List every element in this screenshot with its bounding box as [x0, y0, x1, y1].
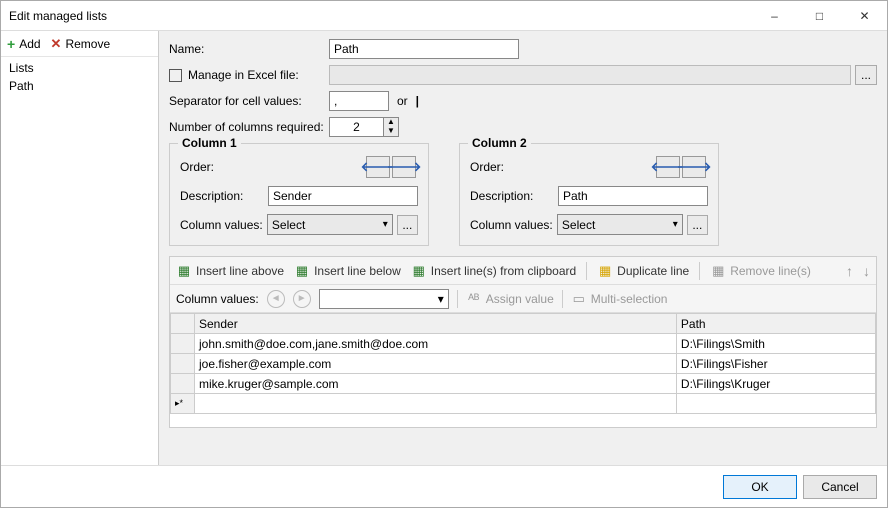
- managed-lists: Lists Path: [1, 57, 158, 465]
- insert-below-icon: ▦: [294, 264, 310, 278]
- column-values-more-button[interactable]: ...: [687, 215, 708, 235]
- column-header[interactable]: Sender: [195, 314, 677, 334]
- move-down-button[interactable]: ↓: [863, 263, 870, 279]
- column-values-more-button[interactable]: ...: [397, 215, 418, 235]
- remove-icon: ▦: [710, 264, 726, 278]
- titlebar: Edit managed lists – □ ✕: [1, 1, 887, 31]
- browse-excel-button[interactable]: ...: [855, 65, 877, 85]
- table-row-new[interactable]: ▸*: [171, 394, 876, 414]
- remove-lines-button: ▦Remove line(s): [710, 264, 811, 278]
- description-input[interactable]: [558, 186, 708, 206]
- new-row-marker: ▸*: [171, 394, 195, 414]
- table-row[interactable]: mike.kruger@sample.com D:\Filings\Kruger: [171, 374, 876, 394]
- minimize-button[interactable]: –: [752, 1, 797, 30]
- insert-above-icon: ▦: [176, 264, 192, 278]
- maximize-button[interactable]: □: [797, 1, 842, 30]
- assign-icon: ᴬᴮ: [466, 292, 482, 306]
- numcols-label: Number of columns required:: [169, 120, 329, 134]
- cancel-button[interactable]: Cancel: [803, 475, 877, 499]
- main-panel: Name: Manage in Excel file: ... Separato…: [159, 31, 887, 465]
- column-values-label: Column values:: [176, 292, 259, 306]
- column-values-label: Column values:: [180, 218, 267, 232]
- sidebar: + Add ✕ Remove Lists Path: [1, 31, 159, 465]
- insert-line-above-button[interactable]: ▦Insert line above: [176, 264, 284, 278]
- numcols-spinner[interactable]: ▲ ▼: [384, 117, 399, 137]
- order-right-button[interactable]: 🡒: [682, 156, 706, 178]
- column-2-group: Column 2 Order: 🡐 🡒 Description:: [459, 143, 719, 246]
- cross-icon: ✕: [51, 36, 62, 52]
- excel-path-field: [329, 65, 851, 85]
- table-row[interactable]: joe.fisher@example.com D:\Filings\Fisher: [171, 354, 876, 374]
- column-1-group: Column 1 Order: 🡐 🡒 Description:: [169, 143, 429, 246]
- multi-selection-button: ▭Multi-selection: [571, 292, 668, 306]
- next-value-button: ►: [293, 290, 311, 308]
- sidebar-toolbar: + Add ✕ Remove: [1, 31, 158, 57]
- dialog-footer: OK Cancel: [1, 465, 887, 507]
- grid-toolbar: ▦Insert line above ▦Insert line below ▦I…: [170, 257, 876, 285]
- manage-excel-label: Manage in Excel file:: [188, 68, 299, 82]
- duplicate-line-button[interactable]: ▦Duplicate line: [597, 264, 689, 278]
- chevron-down-icon: ▾: [438, 292, 444, 306]
- grid-area: ▦Insert line above ▦Insert line below ▦I…: [169, 256, 877, 428]
- insert-line-below-button[interactable]: ▦Insert line below: [294, 264, 401, 278]
- list-item[interactable]: Lists: [1, 59, 158, 77]
- close-button[interactable]: ✕: [842, 1, 887, 30]
- column-2-title: Column 2: [468, 136, 531, 150]
- multi-icon: ▭: [571, 292, 587, 306]
- prev-value-button: ◄: [267, 290, 285, 308]
- insert-from-clipboard-button[interactable]: ▦Insert line(s) from clipboard: [411, 264, 576, 278]
- grid-toolbar-2: Column values: ◄ ► ▾ ᴬᴮAssign value ▭Mul…: [170, 285, 876, 313]
- column-values-select[interactable]: Select ▾: [267, 214, 393, 235]
- order-label: Order:: [180, 160, 270, 174]
- separator-input[interactable]: [329, 91, 389, 111]
- move-up-button[interactable]: ↑: [846, 263, 853, 279]
- dialog-window: Edit managed lists – □ ✕ + Add ✕ Remove …: [0, 0, 888, 508]
- chevron-down-icon: ▾: [673, 219, 678, 230]
- description-label: Description:: [180, 189, 268, 203]
- or-label: or: [397, 94, 408, 108]
- clipboard-icon: ▦: [411, 264, 427, 278]
- window-title: Edit managed lists: [9, 9, 752, 23]
- manage-excel-checkbox[interactable]: [169, 69, 182, 82]
- numcols-input[interactable]: [329, 117, 384, 137]
- name-input[interactable]: [329, 39, 519, 59]
- column-values-label: Column values:: [470, 218, 557, 232]
- pipe-symbol: |: [416, 94, 419, 108]
- description-label: Description:: [470, 189, 558, 203]
- assign-value-button: ᴬᴮAssign value: [466, 292, 554, 306]
- ok-button[interactable]: OK: [723, 475, 797, 499]
- order-right-button[interactable]: 🡒: [392, 156, 416, 178]
- table-row[interactable]: john.smith@doe.com,jane.smith@doe.com D:…: [171, 334, 876, 354]
- description-input[interactable]: [268, 186, 418, 206]
- remove-button[interactable]: ✕ Remove: [51, 36, 111, 52]
- column-header[interactable]: Path: [676, 314, 875, 334]
- chevron-down-icon: ▾: [383, 219, 388, 230]
- column-1-title: Column 1: [178, 136, 241, 150]
- data-grid[interactable]: Sender Path john.smith@doe.com,jane.smit…: [170, 313, 876, 414]
- separator-label: Separator for cell values:: [169, 94, 329, 108]
- add-button[interactable]: + Add: [7, 36, 41, 52]
- order-label: Order:: [470, 160, 560, 174]
- name-label: Name:: [169, 42, 329, 56]
- plus-icon: +: [7, 36, 15, 52]
- list-item[interactable]: Path: [1, 77, 158, 95]
- duplicate-icon: ▦: [597, 264, 613, 278]
- column-values-dropdown[interactable]: ▾: [319, 289, 449, 309]
- column-values-select[interactable]: Select ▾: [557, 214, 683, 235]
- spin-down-icon[interactable]: ▼: [384, 127, 398, 136]
